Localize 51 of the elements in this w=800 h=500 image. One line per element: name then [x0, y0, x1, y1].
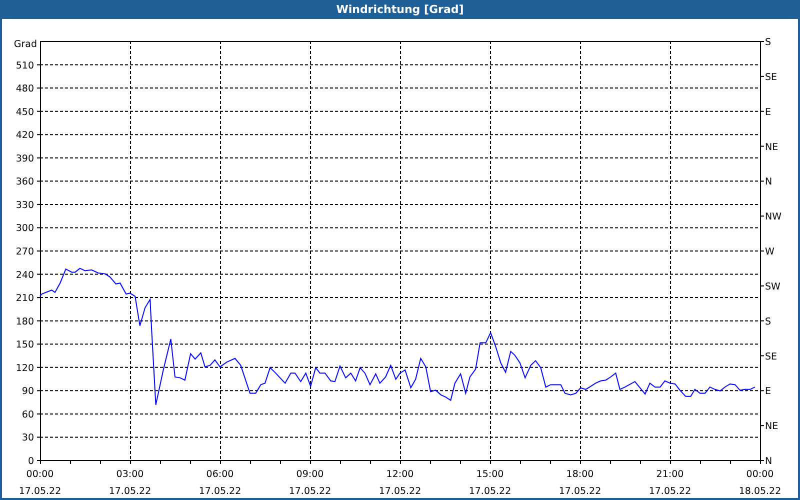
axis-tick-label: NE [765, 142, 778, 153]
axis-tick-label: 30 [22, 432, 34, 444]
axis-tick-label: 17.05.22 [18, 486, 62, 497]
axis-tick-label: 210 [16, 293, 34, 304]
axis-tick-label: 18:00 [566, 469, 594, 480]
axis-tick-label: 03:00 [116, 469, 144, 480]
axis-tick-label: 60 [22, 409, 34, 420]
axis-tick-label: SE [765, 72, 778, 83]
axis-tick-label: E [765, 386, 772, 398]
axis-tick-label: 390 [16, 153, 34, 164]
axis-tick-label: 17.05.22 [558, 486, 602, 497]
axis-tick-label: 450 [16, 106, 34, 118]
axis-tick-label: 330 [16, 200, 34, 211]
axis-tick-label: E [765, 106, 772, 118]
axis-tick-label: 300 [16, 223, 34, 234]
window-title: Windrichtung [Grad] [336, 3, 464, 16]
axis-tick-label: N [765, 456, 772, 467]
axis-tick-label: S [765, 37, 772, 48]
axis-tick-label: S [765, 316, 772, 328]
axis-tick-label: 510 [16, 60, 34, 72]
axis-tick-label: 180 [16, 316, 34, 328]
axis-tick-label: W [765, 246, 774, 258]
axis-tick-label: 17.05.22 [198, 486, 242, 497]
axis-tick-label: 360 [16, 176, 34, 188]
axis-tick-label: 00:00 [26, 469, 54, 480]
axis-tick-label: 06:00 [206, 469, 234, 480]
axis-tick-label: 15:00 [476, 469, 504, 480]
axis-tick-label: 09:00 [296, 469, 324, 480]
axis-tick-label: NE [765, 421, 778, 432]
axis-tick-label: 480 [16, 84, 34, 95]
axis-tick-label: 270 [16, 246, 34, 258]
axis-tick-label: NW [765, 212, 782, 223]
axis-tick-label: 17.05.22 [108, 486, 152, 497]
axis-tick-label: 18.05.22 [738, 486, 782, 497]
axis-tick-label: 17.05.22 [648, 486, 692, 497]
axis-tick-label: 17.05.22 [378, 486, 422, 497]
axis-tick-label: 17.05.22 [288, 486, 332, 497]
axis-tick-label: N [765, 176, 772, 188]
axis-tick-label: 150 [16, 340, 34, 351]
axis-tick-label: SE [765, 351, 778, 362]
axis-tick-label: 420 [16, 130, 34, 142]
axis-title: Grad [14, 39, 37, 50]
axis-tick-label: 21:00 [656, 469, 684, 480]
axis-tick-label: SW [765, 281, 780, 292]
axis-tick-label: 0 [28, 456, 34, 467]
axis-tick-label: 120 [16, 362, 34, 374]
axis-tick-label: 240 [16, 270, 34, 281]
axis-tick-label: 00:00 [746, 469, 774, 480]
axis-tick-label: 17.05.22 [468, 486, 512, 497]
axis-tick-label: 90 [22, 386, 34, 398]
axis-tick-label: 12:00 [386, 469, 414, 480]
